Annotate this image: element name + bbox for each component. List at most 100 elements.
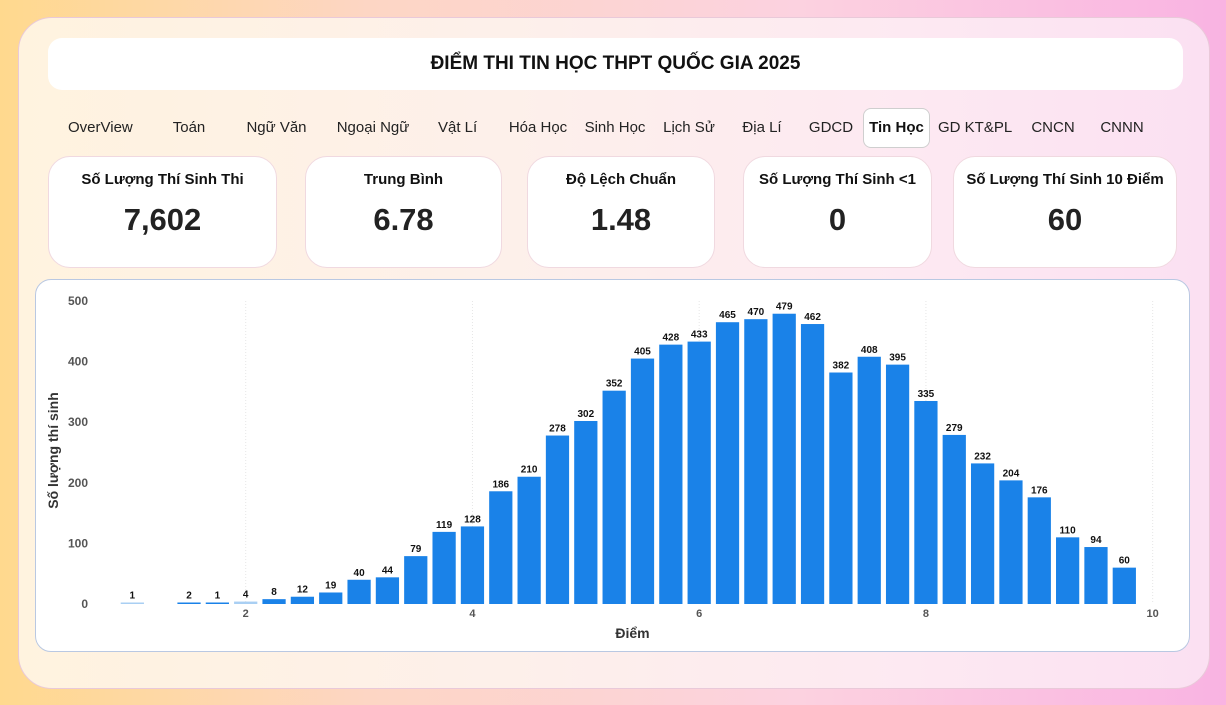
histogram-bar [659, 344, 683, 604]
histogram-bar [1027, 497, 1051, 604]
bar-value-label: 428 [662, 333, 679, 344]
perfect-score-card: Số Lượng Thí Sinh 10 Điểm 60 [953, 156, 1177, 268]
x-tick-label: 10 [1147, 608, 1159, 620]
histogram-bar [744, 319, 768, 604]
tab--a-l-[interactable]: Địa Lí [738, 108, 786, 148]
histogram-bar [177, 602, 201, 604]
card-value: 7,602 [123, 202, 202, 237]
bar-value-label: 479 [776, 302, 793, 313]
bar-value-label: 8 [271, 587, 277, 598]
histogram-bar [375, 577, 400, 604]
bar-value-label: 408 [861, 345, 878, 356]
bar-value-label: 176 [1031, 485, 1048, 496]
y-axis-title: Số lượng thí sinh [45, 392, 61, 509]
tab-to-n[interactable]: Toán [168, 108, 210, 148]
bar-value-label: 382 [833, 361, 850, 372]
tab-ngo-i-ng-[interactable]: Ngoại Ngữ [333, 108, 413, 148]
subject-tabs: OverView Toán Ngữ Văn Ngoại Ngữ Vật Lí Hóa Họ… [48, 106, 1188, 150]
bar-value-label: 186 [492, 479, 509, 490]
bar-value-label: 352 [606, 379, 623, 390]
card-label: Số Lượng Thí Sinh Thi [81, 171, 244, 188]
card-label: Số Lượng Thí Sinh <1 [759, 171, 916, 188]
bar-value-label: 2 [186, 591, 192, 602]
histogram-bar [517, 476, 541, 604]
histogram-bar [262, 599, 286, 604]
histogram-bar [1084, 547, 1108, 604]
histogram-bar [800, 324, 825, 604]
bar-value-label: 60 [1119, 556, 1131, 567]
tab-sinh-h-c[interactable]: Sinh Học [583, 108, 647, 148]
bar-value-label: 335 [918, 389, 935, 400]
bar-value-label: 405 [634, 347, 651, 358]
tab-gdcd[interactable]: GDCD [806, 108, 856, 148]
bar-value-label: 462 [804, 312, 821, 323]
card-label: Độ Lệch Chuẩn [565, 171, 676, 188]
histogram-bar [885, 364, 910, 604]
bar-value-label: 119 [436, 520, 453, 531]
bar-value-label: 279 [946, 423, 963, 434]
total-candidates-card: Số Lượng Thí Sinh Thi 7,602 [48, 156, 277, 268]
std-dev-card: Độ Lệch Chuẩn 1.48 [527, 156, 715, 268]
x-axis-title: Điểm [615, 625, 649, 641]
bar-value-label: 40 [354, 568, 366, 579]
bar-value-label: 465 [719, 310, 736, 321]
x-tick-label: 2 [243, 608, 249, 620]
x-tick-label: 8 [923, 608, 929, 620]
card-label: Số Lượng Thí Sinh 10 Điểm [966, 171, 1164, 188]
histogram-bar [602, 390, 626, 604]
histogram-bar [574, 420, 598, 604]
bar-value-label: 94 [1090, 535, 1102, 546]
tab-overview[interactable]: OverView [68, 108, 133, 148]
histogram-bar [715, 322, 740, 604]
bar-value-label: 278 [549, 424, 566, 435]
bar-value-label: 1 [130, 591, 136, 602]
histogram-bar [630, 358, 655, 604]
bar-value-label: 1 [215, 591, 221, 602]
histogram-bar [1056, 537, 1080, 604]
chart-panel: 0 100 200 300 400 500 2 4 6 8 10 1 2 1 4 8 12 19 40 44 79 119… [35, 279, 1190, 652]
bar-value-label: 204 [1003, 468, 1020, 479]
y-tick-label: 100 [68, 536, 88, 550]
bar-value-label: 433 [691, 330, 708, 341]
score-histogram: 01002003004005002 4 6 8 101 2 1 4 8 12 1940 4479119… [45, 294, 1159, 641]
mean-card: Trung Bình 6.78 [305, 156, 502, 268]
histogram-bar [942, 434, 966, 604]
bar-value-label: 79 [410, 544, 422, 555]
bar-value-label: 12 [297, 585, 309, 596]
histogram-bar [205, 602, 229, 604]
below-one-card: Số Lượng Thí Sinh <1 0 [743, 156, 932, 268]
histogram-bar [290, 596, 315, 604]
histogram-bar [404, 556, 428, 604]
bar-value-label: 470 [748, 307, 765, 318]
bar-value-label: 4 [243, 590, 249, 601]
tab-cnnn[interactable]: CNNN [1098, 108, 1146, 148]
y-tick-label: 0 [81, 597, 88, 611]
tab-gd-kt-pl[interactable]: GD KT&PL [938, 108, 1012, 148]
bar-value-label: 232 [974, 451, 991, 462]
histogram-bar [829, 372, 853, 604]
histogram-bar [460, 526, 485, 604]
histogram-bar [970, 463, 995, 604]
histogram-bar [347, 579, 371, 604]
tab-v-t-l-[interactable]: Vật Lí [438, 108, 477, 148]
histogram-bar [432, 531, 456, 604]
y-tick-label: 200 [68, 476, 88, 490]
bar-value-label: 19 [325, 580, 337, 591]
tab-tin-h-c[interactable]: Tin Học [863, 108, 930, 148]
tab-l-ch-s-[interactable]: Lịch Sử [663, 108, 715, 148]
histogram-bar [857, 356, 881, 604]
histogram-bar [1112, 567, 1136, 604]
histogram-bar [914, 400, 938, 604]
histogram-bar [319, 592, 343, 604]
histogram-bar [772, 313, 796, 604]
tab-ng-v-n[interactable]: Ngữ Văn [245, 108, 308, 148]
tab-h-a-h-c[interactable]: Hóa Học [506, 108, 570, 148]
bar-value-label: 128 [464, 514, 481, 525]
histogram-bar [489, 491, 513, 604]
page-title: ĐIỂM THI TIN HỌC THPT QUỐC GIA 2025 [48, 38, 1183, 90]
y-tick-label: 500 [68, 294, 88, 308]
card-value: 6.78 [373, 202, 434, 237]
x-tick-label: 6 [696, 608, 702, 620]
tab-cncn[interactable]: CNCN [1030, 108, 1076, 148]
card-value: 0 [828, 202, 847, 237]
